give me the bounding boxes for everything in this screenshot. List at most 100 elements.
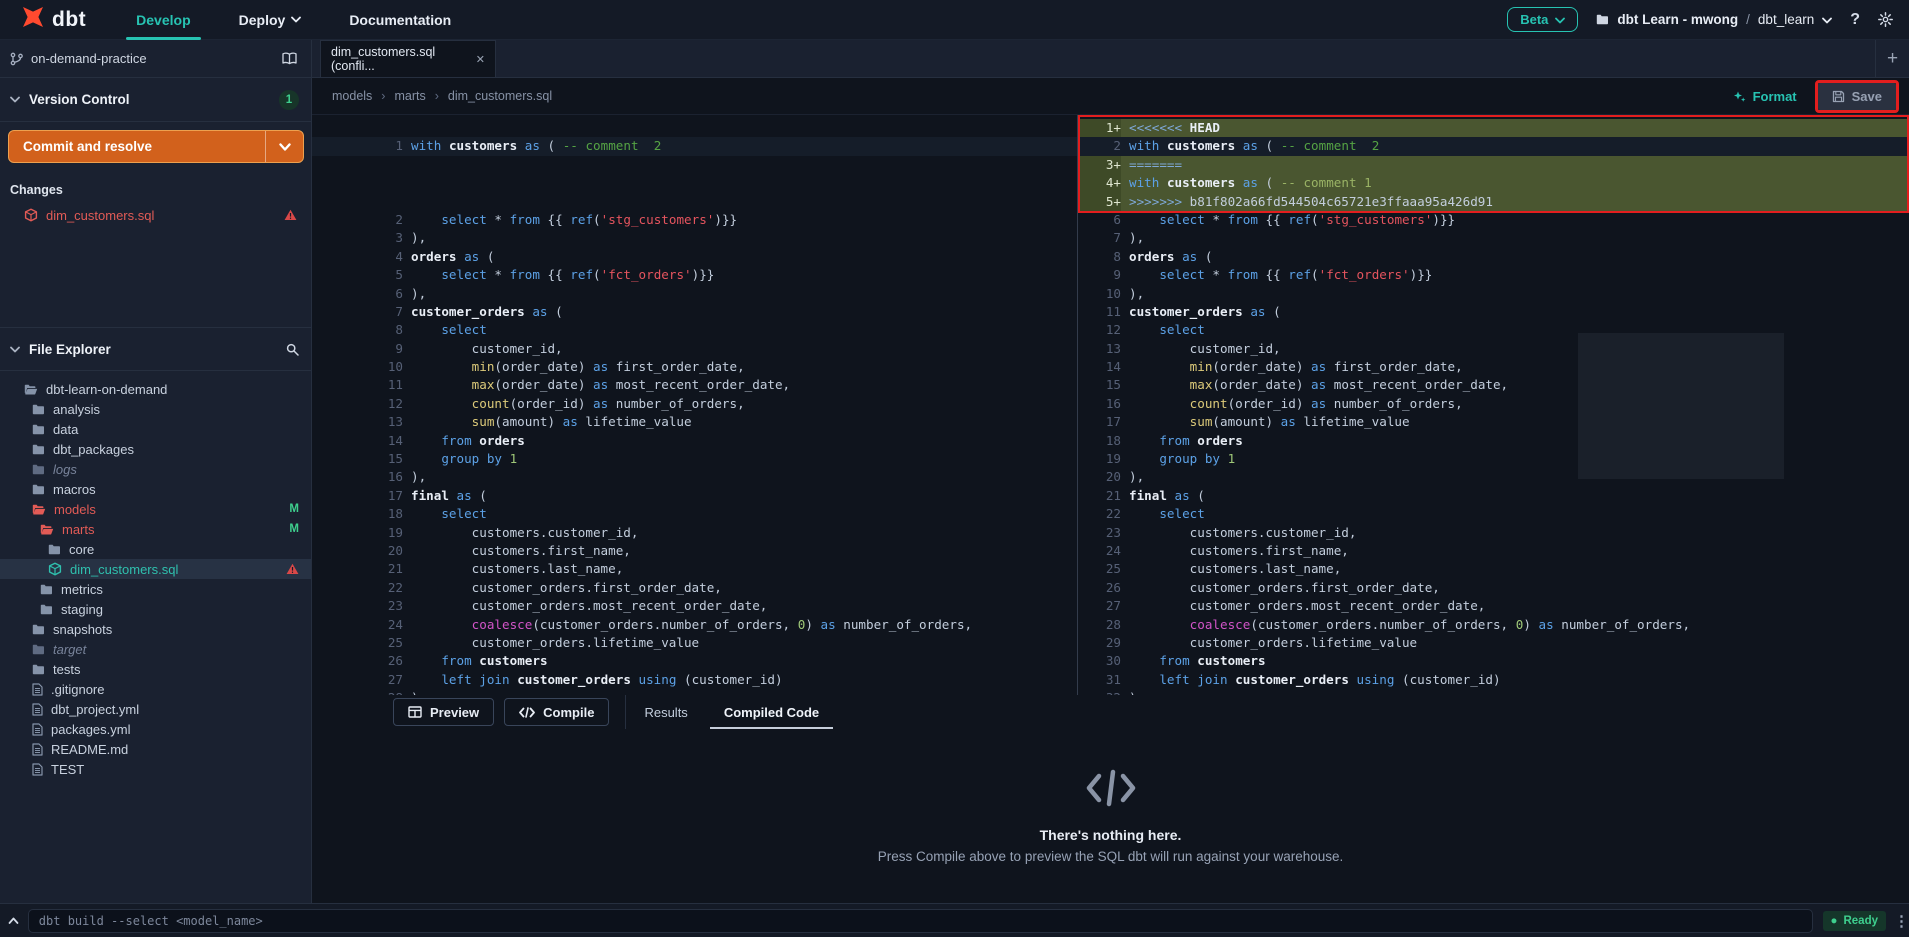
- save-floppy-icon: [1832, 90, 1845, 103]
- save-button[interactable]: Save: [1818, 83, 1896, 110]
- tree-item-label: TEST: [51, 762, 84, 777]
- tree-item-tests[interactable]: tests: [0, 659, 311, 679]
- tree-item-metrics[interactable]: metrics: [0, 579, 311, 599]
- tree-item-macros[interactable]: macros: [0, 479, 311, 499]
- preview-button[interactable]: Preview: [393, 698, 494, 726]
- tree-item-target[interactable]: target: [0, 639, 311, 659]
- settings-gear-button[interactable]: [1878, 12, 1893, 27]
- file-breadcrumb-bar: models › marts › dim_customers.sql Forma…: [312, 78, 1909, 115]
- tree-item-dbt-learn-on-demand[interactable]: dbt-learn-on-demand: [0, 379, 311, 399]
- code-line: 29 customer_orders.lifetime_value: [1078, 634, 1909, 652]
- tree-item-label: dbt_packages: [53, 442, 134, 457]
- code-line: 3+=======: [1078, 156, 1909, 174]
- commit-options-chevron[interactable]: [265, 131, 303, 162]
- tree-item-snapshots[interactable]: snapshots: [0, 619, 311, 639]
- code-line: 5 select * from {{ ref('fct_orders')}}: [312, 266, 1077, 284]
- code-content: <<<<<<< HEAD: [1121, 119, 1909, 137]
- expand-command-bar-chevron[interactable]: [0, 917, 28, 925]
- code-line: 11 max(order_date) as most_recent_order_…: [312, 376, 1077, 394]
- compile-button[interactable]: Compile: [504, 698, 609, 726]
- editor-pane-right[interactable]: 1+<<<<<<< HEAD2with customers as ( -- co…: [1077, 115, 1909, 695]
- project-name: dbt_learn: [1758, 12, 1814, 27]
- breadcrumb-file[interactable]: dim_customers.sql: [448, 89, 552, 103]
- line-number: 18: [1078, 432, 1121, 450]
- format-button[interactable]: Format: [1733, 89, 1797, 104]
- code-line: 24 customers.first_name,: [1078, 542, 1909, 560]
- tree-item-logs[interactable]: logs: [0, 459, 311, 479]
- empty-state-caption: Press Compile above to preview the SQL d…: [878, 849, 1344, 864]
- tree-item-label: data: [53, 422, 78, 437]
- line-number: 31: [1078, 671, 1121, 689]
- tree-item--gitignore[interactable]: .gitignore: [0, 679, 311, 699]
- account-project-switcher[interactable]: dbt Learn - mwong / dbt_learn: [1596, 12, 1832, 27]
- tree-item-dbt-packages[interactable]: dbt_packages: [0, 439, 311, 459]
- tree-item-dbt-project-yml[interactable]: dbt_project.yml: [0, 699, 311, 719]
- code-content: from customers: [1121, 652, 1909, 670]
- version-control-header[interactable]: Version Control 1: [0, 78, 311, 122]
- tree-item-dim-customers-sql[interactable]: dim_customers.sql: [0, 559, 311, 579]
- code-content: left join customer_orders using (custome…: [1121, 671, 1909, 689]
- file-explorer-header[interactable]: File Explorer: [0, 327, 311, 371]
- new-tab-button[interactable]: +: [1875, 40, 1909, 77]
- code-line: 27 customer_orders.most_recent_order_dat…: [1078, 597, 1909, 615]
- tree-item-data[interactable]: data: [0, 419, 311, 439]
- tree-item-label: models: [54, 502, 96, 517]
- line-number: 28: [1078, 616, 1121, 634]
- breadcrumb-models[interactable]: models: [332, 89, 372, 103]
- tab-compiled-code[interactable]: Compiled Code: [706, 695, 837, 729]
- command-input[interactable]: [28, 909, 1813, 933]
- help-button[interactable]: ?: [1850, 11, 1860, 29]
- code-content: min(order_date) as first_order_date,: [1121, 358, 1909, 376]
- editor-pane-left[interactable]: 1with customers as ( -- comment 22 selec…: [312, 115, 1077, 695]
- close-icon[interactable]: ✕: [476, 53, 485, 66]
- minimap[interactable]: [1578, 333, 1784, 479]
- nav-develop[interactable]: Develop: [112, 0, 214, 40]
- commit-and-resolve-button[interactable]: Commit and resolve: [8, 130, 304, 163]
- line-number: 26: [1078, 579, 1121, 597]
- tree-item-staging[interactable]: staging: [0, 599, 311, 619]
- tree-item-test[interactable]: TEST: [0, 759, 311, 779]
- search-icon[interactable]: [286, 343, 299, 356]
- code-content: ),: [1121, 468, 1909, 486]
- docs-book-icon[interactable]: [282, 52, 297, 65]
- tree-item-core[interactable]: core: [0, 539, 311, 559]
- line-number: 7: [1078, 229, 1121, 247]
- line-number: 2: [312, 211, 403, 229]
- conflict-warning-icon: [284, 209, 297, 221]
- line-number: 27: [312, 671, 403, 689]
- git-branch-row[interactable]: on-demand-practice: [0, 40, 311, 78]
- tree-item-label: metrics: [61, 582, 103, 597]
- code-content: max(order_date) as most_recent_order_dat…: [1121, 376, 1909, 394]
- folder-icon: [32, 664, 45, 675]
- tab-results[interactable]: Results: [626, 695, 705, 729]
- line-number: 3: [312, 229, 403, 247]
- line-number: 16: [1078, 395, 1121, 413]
- tree-item-models[interactable]: models M: [0, 499, 311, 519]
- line-number: 20: [312, 542, 403, 560]
- line-number: 6: [312, 285, 403, 303]
- nav-deploy[interactable]: Deploy: [215, 0, 326, 40]
- line-number: 13: [312, 413, 403, 431]
- tree-item-marts[interactable]: martsM: [0, 519, 311, 539]
- tree-item-readme-md[interactable]: README.md: [0, 739, 311, 759]
- code-line: 6),: [312, 285, 1077, 303]
- tree-item-analysis[interactable]: analysis: [0, 399, 311, 419]
- code-content: coalesce(customer_orders.number_of_order…: [1121, 616, 1909, 634]
- breadcrumb-marts[interactable]: marts: [394, 89, 425, 103]
- code-content: customer_orders as (: [1121, 303, 1909, 321]
- command-bar: ● Ready ⋮: [0, 903, 1909, 937]
- dbt-logo[interactable]: dbt: [0, 4, 112, 35]
- tree-item-label: .gitignore: [51, 682, 104, 697]
- tree-item-label: logs: [53, 462, 77, 477]
- changed-file-dim-customers[interactable]: dim_customers.sql: [0, 203, 311, 227]
- code-line: 17 sum(amount) as lifetime_value: [1078, 413, 1909, 431]
- code-content: min(order_date) as first_order_date,: [403, 358, 1077, 376]
- code-content: from customers: [403, 652, 1077, 670]
- tab-dim-customers[interactable]: dim_customers.sql (confli... ✕: [320, 40, 496, 77]
- modified-badge: M: [289, 503, 299, 515]
- beta-dropdown[interactable]: Beta: [1507, 7, 1578, 32]
- kebab-menu-icon[interactable]: ⋮: [1894, 912, 1909, 930]
- code-line: 8orders as (: [1078, 248, 1909, 266]
- nav-documentation[interactable]: Documentation: [325, 0, 475, 40]
- tree-item-packages-yml[interactable]: packages.yml: [0, 719, 311, 739]
